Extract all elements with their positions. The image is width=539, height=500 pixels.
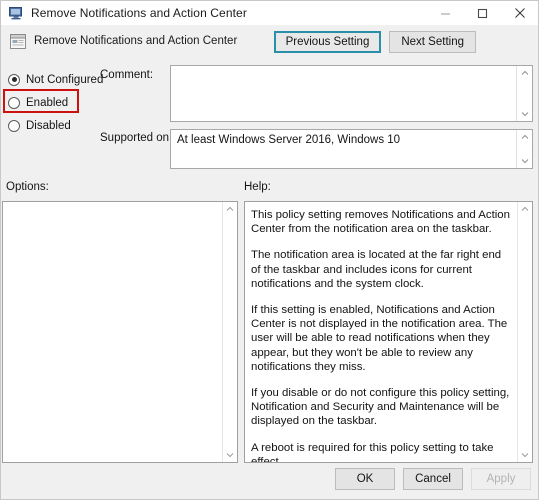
apply-button: Apply [471, 468, 531, 490]
supported-on-value: At least Windows Server 2016, Windows 10 [177, 134, 401, 146]
chevron-down-icon[interactable] [518, 448, 532, 462]
radio-label: Not Configured [26, 73, 104, 86]
comment-input[interactable] [170, 65, 533, 122]
chevron-up-icon[interactable] [518, 202, 532, 216]
window-title: Remove Notifications and Action Center [31, 6, 247, 20]
help-paragraph: This policy setting removes Notification… [251, 209, 510, 236]
chevron-up-icon[interactable] [517, 130, 532, 144]
setting-navigation: Previous Setting Next Setting [273, 31, 476, 53]
chevron-down-icon[interactable] [517, 107, 532, 121]
options-panel[interactable] [2, 201, 238, 463]
supported-on-field[interactable]: At least Windows Server 2016, Windows 10 [170, 129, 533, 169]
help-paragraph: A reboot is required for this policy set… [251, 441, 494, 463]
help-paragraph: The notification area is located at the … [251, 249, 502, 290]
radio-not-configured[interactable]: Not Configured [8, 69, 103, 90]
group-policy-setting-dialog: Remove Notifications and Action Center R… [0, 0, 539, 500]
cancel-button[interactable]: Cancel [403, 468, 463, 490]
setting-title: Remove Notifications and Action Center [34, 35, 238, 47]
setting-header: Remove Notifications and Action Center P… [1, 25, 538, 61]
chevron-up-icon[interactable] [517, 66, 532, 80]
maximize-icon[interactable] [464, 1, 501, 25]
options-scrollbar[interactable] [222, 202, 237, 462]
comment-scrollbar[interactable] [516, 66, 532, 121]
monitor-policy-icon [8, 5, 24, 21]
help-paragraph: If you disable or do not configure this … [251, 387, 510, 428]
help-label: Help: [244, 181, 271, 193]
radio-enabled[interactable]: Enabled [8, 92, 103, 113]
radio-label: Enabled [26, 96, 69, 109]
ok-button[interactable]: OK [335, 468, 395, 490]
supported-on-scrollbar[interactable] [516, 130, 532, 168]
chevron-down-icon[interactable] [223, 448, 237, 462]
window-controls [427, 1, 538, 25]
comment-label: Comment: [100, 69, 154, 81]
next-setting-button[interactable]: Next Setting [389, 31, 476, 53]
minimize-icon[interactable] [427, 1, 464, 25]
radio-label: Disabled [26, 119, 71, 132]
help-scrollbar[interactable] [517, 202, 532, 462]
chevron-up-icon[interactable] [223, 202, 237, 216]
policy-state-radio-group: Not Configured Enabled Disabled [8, 69, 103, 138]
radio-indicator-icon [8, 73, 20, 86]
supported-on-label: Supported on: [100, 132, 173, 144]
close-icon[interactable] [501, 1, 538, 25]
previous-setting-button[interactable]: Previous Setting [273, 31, 382, 53]
help-panel[interactable]: This policy setting removes Notification… [244, 201, 533, 463]
chevron-down-icon[interactable] [517, 154, 532, 168]
help-text: This policy setting removes Notification… [251, 208, 513, 463]
radio-indicator-icon [8, 119, 20, 132]
radio-disabled[interactable]: Disabled [8, 115, 103, 136]
dialog-footer: OK Cancel Apply [335, 468, 531, 490]
radio-indicator-icon [8, 96, 20, 109]
help-paragraph: If this setting is enabled, Notification… [251, 304, 508, 373]
policy-setting-icon [10, 34, 26, 49]
title-bar: Remove Notifications and Action Center [1, 1, 538, 25]
options-label: Options: [6, 181, 49, 193]
